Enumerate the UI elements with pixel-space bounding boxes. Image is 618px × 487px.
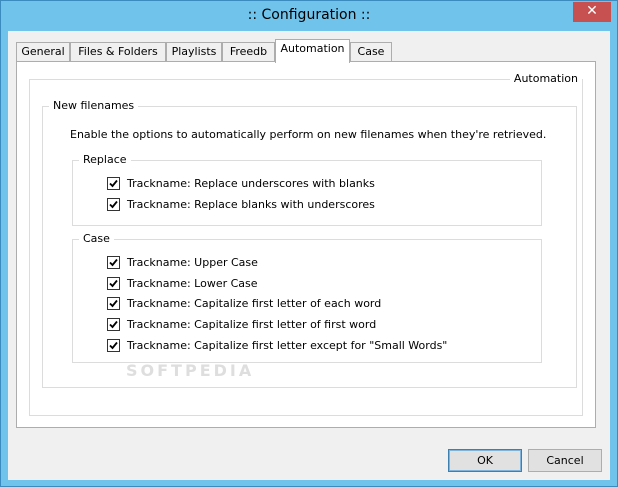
capitalize-first-word-checkbox[interactable] bbox=[107, 318, 120, 331]
lower-case-label: Trackname: Lower Case bbox=[127, 277, 258, 290]
replace-group-label: Replace bbox=[79, 153, 131, 166]
capitalize-each-word-checkbox[interactable] bbox=[107, 297, 120, 310]
replace-groupbox: Replace Trackname: Replace underscores w… bbox=[72, 153, 542, 226]
capitalize-each-word-label: Trackname: Capitalize first letter of ea… bbox=[127, 297, 382, 310]
lower-case-checkbox[interactable] bbox=[107, 277, 120, 290]
automation-tab-panel: Automation New filenames Enable the opti… bbox=[16, 61, 596, 428]
replace-underscores-label: Trackname: Replace underscores with blan… bbox=[127, 177, 375, 190]
tab-playlists[interactable]: Playlists bbox=[166, 42, 222, 61]
tab-case[interactable]: Case bbox=[350, 42, 392, 61]
replace-blanks-checkbox[interactable] bbox=[107, 198, 120, 211]
tab-general[interactable]: General bbox=[16, 42, 70, 61]
capitalize-except-small-words-label: Trackname: Capitalize first letter excep… bbox=[127, 339, 448, 352]
tab-files-folders[interactable]: Files & Folders bbox=[70, 42, 166, 61]
case-group-label: Case bbox=[79, 232, 114, 245]
replace-underscores-checkbox[interactable] bbox=[107, 177, 120, 190]
checkmark-icon bbox=[109, 279, 118, 288]
checkmark-icon bbox=[109, 258, 118, 267]
tab-automation[interactable]: Automation bbox=[275, 39, 350, 63]
cancel-button[interactable]: Cancel bbox=[528, 449, 602, 472]
configuration-window: :: Configuration :: ✕ General Files & Fo… bbox=[0, 0, 618, 487]
close-button[interactable]: ✕ bbox=[573, 2, 611, 22]
checkmark-icon bbox=[109, 341, 118, 350]
replace-blanks-label: Trackname: Replace blanks with underscor… bbox=[127, 198, 375, 211]
tab-strip: General Files & Folders Playlists Freedb… bbox=[16, 39, 606, 63]
title-bar[interactable]: :: Configuration :: ✕ bbox=[1, 1, 617, 31]
automation-groupbox: Automation New filenames Enable the opti… bbox=[29, 72, 583, 416]
capitalize-first-word-label: Trackname: Capitalize first letter of fi… bbox=[127, 318, 377, 331]
checkmark-icon bbox=[109, 200, 118, 209]
case-groupbox: Case Trackname: Upper Case Trackname: Lo… bbox=[72, 232, 542, 363]
dialog-client-area: General Files & Folders Playlists Freedb… bbox=[8, 31, 610, 480]
checkmark-icon bbox=[109, 320, 118, 329]
new-filenames-label: New filenames bbox=[49, 99, 139, 112]
ok-button[interactable]: OK bbox=[448, 449, 522, 472]
checkmark-icon bbox=[109, 299, 118, 308]
window-title: :: Configuration :: bbox=[247, 7, 371, 23]
tab-freedb[interactable]: Freedb bbox=[222, 42, 275, 61]
checkmark-icon bbox=[109, 179, 118, 188]
automation-group-label: Automation bbox=[509, 72, 582, 85]
upper-case-label: Trackname: Upper Case bbox=[127, 256, 258, 269]
new-filenames-description: Enable the options to automatically perf… bbox=[70, 128, 547, 141]
upper-case-checkbox[interactable] bbox=[107, 256, 120, 269]
capitalize-except-small-words-checkbox[interactable] bbox=[107, 339, 120, 352]
new-filenames-groupbox: New filenames Enable the options to auto… bbox=[42, 99, 577, 388]
softpedia-watermark: SOFTPEDIA bbox=[126, 361, 255, 380]
